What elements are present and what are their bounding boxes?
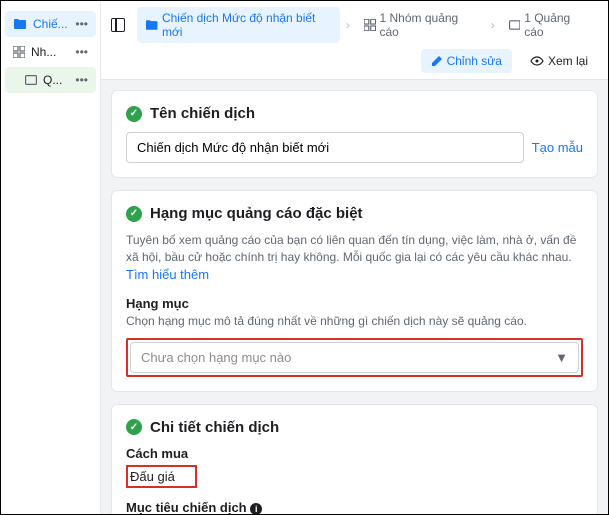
check-icon: ✓ (126, 419, 142, 435)
special-category-desc: Tuyên bố xem quảng cáo của bạn có liên q… (126, 232, 583, 284)
more-icon[interactable]: ••• (75, 73, 88, 87)
category-placeholder: Chưa chọn hạng mục nào (141, 350, 291, 365)
top-actions: Chỉnh sửa Xem lại (111, 49, 598, 73)
sidebar-label: Nh... (31, 45, 71, 59)
review-button[interactable]: Xem lại (520, 49, 598, 73)
objective-label: Mục tiêu chiến dịch i (126, 500, 583, 514)
sidebar-item-adset[interactable]: Nh... ••• (5, 39, 96, 65)
check-icon: ✓ (126, 106, 142, 122)
special-category-card: ✓ Hạng mục quảng cáo đặc biệt Tuyên bố x… (111, 190, 598, 392)
category-select-highlight: Chưa chọn hạng mục nào ▼ (126, 338, 583, 377)
rectangle-icon (25, 75, 37, 85)
breadcrumb: Chiến dịch Mức độ nhận biết mới › 1 Nhóm… (111, 7, 598, 43)
campaign-name-title: ✓ Tên chiến dịch (126, 105, 583, 122)
chevron-down-icon: ▼ (555, 350, 568, 365)
campaign-name-heading: Tên chiến dịch (150, 105, 255, 122)
buying-type-value: Đấu giá (126, 465, 197, 488)
special-category-heading: Hạng mục quảng cáo đặc biệt (150, 205, 363, 222)
topbar: Chiến dịch Mức độ nhận biết mới › 1 Nhóm… (101, 1, 608, 80)
check-icon: ✓ (126, 206, 142, 222)
folder-icon (145, 19, 158, 31)
category-label: Hạng mục (126, 296, 583, 311)
grid-icon (13, 46, 25, 58)
content: ✓ Tên chiến dịch Tạo mẫu ✓ Hạng mục quản… (101, 80, 608, 514)
review-label: Xem lại (548, 54, 588, 68)
learn-more-link[interactable]: Tìm hiểu thêm (126, 267, 209, 282)
edit-button[interactable]: Chỉnh sửa (421, 49, 512, 73)
category-hint: Chọn hạng mục mô tả đúng nhất về những g… (126, 313, 583, 330)
breadcrumb-campaign[interactable]: Chiến dịch Mức độ nhận biết mới (137, 7, 340, 43)
main-panel: Chiến dịch Mức độ nhận biết mới › 1 Nhóm… (101, 1, 608, 514)
campaign-name-card: ✓ Tên chiến dịch Tạo mẫu (111, 90, 598, 178)
more-icon[interactable]: ••• (75, 45, 88, 59)
category-select[interactable]: Chưa chọn hạng mục nào ▼ (130, 342, 579, 373)
campaign-details-title: ✓ Chi tiết chiến dịch (126, 419, 583, 436)
panel-toggle-icon[interactable] (111, 18, 125, 32)
breadcrumb-ad[interactable]: 1 Quảng cáo (501, 7, 598, 43)
breadcrumb-ad-label: 1 Quảng cáo (524, 11, 590, 39)
create-template-link[interactable]: Tạo mẫu (532, 140, 583, 155)
buying-type-label: Cách mua (126, 446, 583, 461)
campaign-name-input[interactable] (126, 132, 524, 163)
rectangle-icon (509, 20, 521, 30)
edit-label: Chỉnh sửa (447, 54, 502, 68)
sidebar-item-campaign[interactable]: Chiế... ••• (5, 11, 96, 37)
pencil-icon (431, 55, 443, 67)
campaign-details-card: ✓ Chi tiết chiến dịch Cách mua Đấu giá M… (111, 404, 598, 514)
breadcrumb-adset[interactable]: 1 Nhóm quảng cáo (356, 7, 485, 43)
breadcrumb-adset-label: 1 Nhóm quảng cáo (380, 11, 477, 39)
breadcrumb-campaign-label: Chiến dịch Mức độ nhận biết mới (162, 11, 332, 39)
sidebar: Chiế... ••• Nh... ••• Q... ••• (1, 1, 101, 514)
chevron-right-icon: › (346, 18, 350, 32)
chevron-right-icon: › (491, 18, 495, 32)
folder-icon (13, 18, 27, 30)
campaign-details-heading: Chi tiết chiến dịch (150, 419, 279, 436)
sidebar-item-ad[interactable]: Q... ••• (5, 67, 96, 93)
info-icon[interactable]: i (250, 503, 262, 514)
grid-icon (364, 19, 376, 31)
more-icon[interactable]: ••• (75, 17, 88, 31)
special-category-title: ✓ Hạng mục quảng cáo đặc biệt (126, 205, 583, 222)
sidebar-label: Q... (43, 73, 71, 87)
sidebar-label: Chiế... (33, 17, 71, 31)
eye-icon (530, 56, 544, 66)
